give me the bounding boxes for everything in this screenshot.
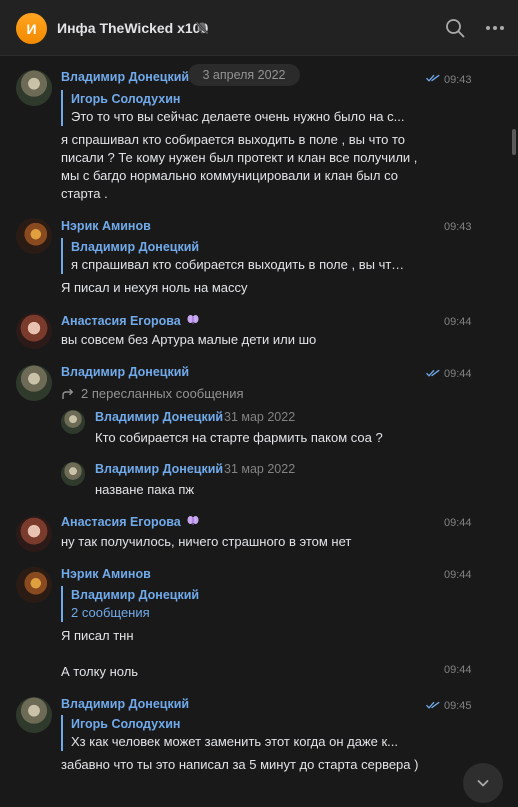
forwarded-text: Кто собирается на старте фармить паком с… <box>95 430 383 445</box>
read-check-icon <box>426 369 440 377</box>
reply-author: Игорь Солодухин <box>71 717 181 731</box>
message-text: вы совсем без Артура малые дети или шо <box>61 332 317 347</box>
reply-text: Хз как человек может заменить этот когда… <box>71 734 398 749</box>
more-dots-icon[interactable] <box>484 17 506 39</box>
message-text: Я писал тнн <box>61 628 134 643</box>
message-time: 09:45 <box>444 700 472 712</box>
reply-author: Владимир Донецкий <box>71 588 200 602</box>
reply-quote[interactable]: Игорь Солодухин Хз как человек может зам… <box>61 715 411 751</box>
read-check-icon <box>426 701 440 709</box>
muted-bell-icon <box>195 21 209 35</box>
message-time: 09:44 <box>444 368 472 380</box>
forwarded-date: 31 мар 2022 <box>224 462 296 476</box>
search-icon[interactable] <box>444 17 466 39</box>
reply-text: я спрашивал кто собирается выходить в по… <box>71 257 411 272</box>
scroll-thumb[interactable] <box>512 129 516 155</box>
reply-author: Игорь Солодухин <box>71 92 181 106</box>
message-author[interactable]: Владимир Донецкий <box>61 70 189 84</box>
message-text: Я писал и нехуя ноль на массу <box>61 280 248 295</box>
scroll-down-button[interactable] <box>463 763 503 803</box>
butterfly-icon <box>187 516 199 525</box>
message-author[interactable]: Владимир Донецкий <box>61 365 189 379</box>
message-author[interactable]: Владимир Донецкий <box>61 697 189 711</box>
chat-title[interactable]: Инфа TheWicked x100 <box>57 20 208 36</box>
message-author[interactable]: Нэрик Аминов <box>61 567 151 581</box>
scrollbar[interactable] <box>510 57 518 807</box>
butterfly-icon <box>187 315 199 324</box>
forwarded-date: 31 мар 2022 <box>224 410 296 424</box>
message-text: ну так получилось, ничего страшного в эт… <box>61 534 352 549</box>
forwarded-count-label: 2 пересланных сообщения <box>81 386 244 401</box>
chat-header: И Инфа TheWicked x100 <box>0 0 518 56</box>
chat-avatar[interactable]: И <box>16 13 47 44</box>
message-text: забавно что ты это написал за 5 минут до… <box>61 757 419 772</box>
avatar[interactable] <box>16 697 52 733</box>
message-author[interactable]: Анастасия Егорова <box>61 515 199 529</box>
forward-arrow-icon <box>62 388 74 399</box>
avatar[interactable] <box>16 70 52 106</box>
chevron-down-icon <box>477 780 489 787</box>
message-text: я спрашивал кто собирается выходить в по… <box>61 132 418 201</box>
message-text: А толку ноль <box>61 664 139 679</box>
reply-text: Это то что вы сейчас делаете очень нужно… <box>71 109 405 124</box>
message-author-name: Анастасия Егорова <box>61 314 181 328</box>
reply-quote[interactable]: Владимир Донецкий я спрашивал кто собира… <box>61 238 411 274</box>
message-author[interactable]: Анастасия Егорова <box>61 314 199 328</box>
reply-quote[interactable]: Владимир Донецкий 2 сообщения <box>61 586 411 622</box>
message-time: 09:43 <box>444 221 472 233</box>
read-check-icon <box>426 74 440 82</box>
avatar[interactable] <box>16 516 52 552</box>
avatar[interactable] <box>61 410 85 434</box>
forwarded-text: назване пака пж <box>95 482 195 497</box>
reply-author: Владимир Донецкий <box>71 240 200 254</box>
reply-quote[interactable]: Игорь Солодухин Это то что вы сейчас дел… <box>61 90 411 126</box>
avatar[interactable] <box>16 313 52 349</box>
avatar[interactable] <box>16 218 52 254</box>
message-author-name: Анастасия Егорова <box>61 515 181 529</box>
message-time: 09:44 <box>444 664 472 676</box>
avatar[interactable] <box>16 365 52 401</box>
forwarded-author[interactable]: Владимир Донецкий <box>95 462 223 476</box>
avatar[interactable] <box>61 462 85 486</box>
message-time: 09:44 <box>444 569 472 581</box>
forwarded-messages-toggle[interactable]: 2 пересланных сообщения <box>61 386 244 401</box>
message-time: 09:44 <box>444 316 472 328</box>
message-time: 09:43 <box>444 74 472 86</box>
message-time: 09:44 <box>444 517 472 529</box>
reply-text: 2 сообщения <box>71 605 150 620</box>
message-author[interactable]: Нэрик Аминов <box>61 219 151 233</box>
forwarded-author[interactable]: Владимир Донецкий <box>95 410 223 424</box>
avatar[interactable] <box>16 567 52 603</box>
date-chip: 3 апреля 2022 <box>188 64 300 86</box>
